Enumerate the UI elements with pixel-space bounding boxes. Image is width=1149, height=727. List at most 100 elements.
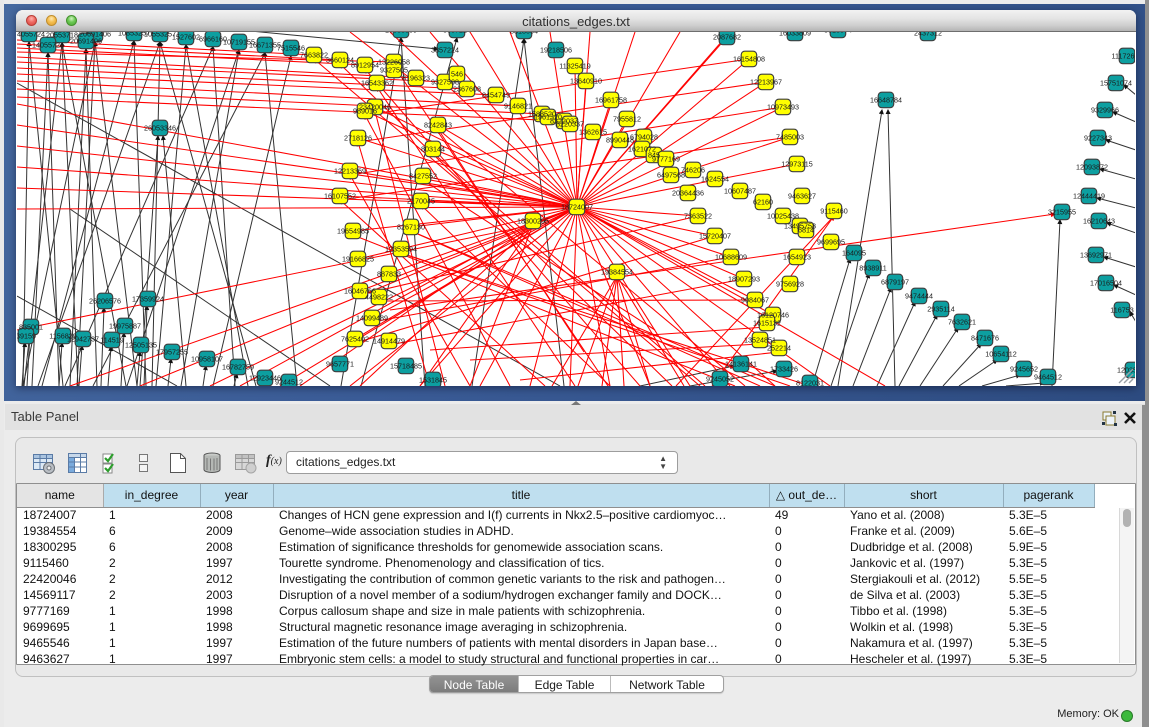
svg-text:1624554: 1624554: [701, 175, 729, 184]
svg-text:989016: 989016: [353, 107, 377, 116]
svg-text:17016504: 17016504: [1090, 279, 1122, 288]
svg-text:1362615: 1362615: [579, 128, 607, 137]
svg-text:15751074: 15751074: [1100, 79, 1132, 88]
svg-text:7625402: 7625402: [341, 335, 369, 344]
svg-text:1654923: 1654923: [783, 253, 811, 262]
svg-text:16107552: 16107552: [324, 192, 356, 201]
svg-text:9329966: 9329966: [1091, 106, 1119, 115]
svg-text:17957255: 17957255: [156, 348, 188, 357]
svg-text:8813054: 8813054: [510, 32, 538, 36]
svg-text:13640910: 13640910: [570, 77, 602, 86]
svg-text:9474444: 9474444: [905, 292, 933, 301]
svg-text:1615132: 1615132: [753, 319, 781, 328]
svg-text:12213369: 12213369: [334, 167, 366, 176]
svg-text:19975887: 19975887: [109, 322, 141, 331]
svg-text:15720407: 15720407: [699, 232, 731, 241]
svg-text:10973493: 10973493: [767, 103, 799, 112]
svg-text:16033809: 16033809: [779, 32, 811, 38]
svg-text:1961320: 1961320: [534, 113, 562, 122]
svg-text:9463627: 9463627: [788, 192, 816, 201]
svg-text:18724007: 18724007: [561, 203, 593, 212]
svg-text:1531845: 1531845: [419, 376, 447, 385]
svg-text:14055724: 14055724: [32, 41, 64, 50]
svg-text:9227343: 9227343: [1084, 134, 1112, 143]
svg-text:746206: 746206: [681, 166, 705, 175]
svg-text:17359924: 17359924: [132, 295, 164, 304]
svg-text:546: 546: [451, 70, 463, 79]
svg-text:2437312: 2437312: [914, 32, 942, 38]
svg-text:7363522: 7363522: [684, 212, 712, 221]
svg-text:8471676: 8471676: [971, 334, 999, 343]
svg-text:9115460: 9115460: [820, 207, 847, 216]
svg-text:7632621: 7632621: [948, 318, 976, 327]
svg-text:1733426: 1733426: [770, 365, 798, 374]
svg-text:18300295: 18300295: [517, 217, 549, 226]
svg-text:10025438: 10025438: [767, 212, 799, 221]
svg-text:12505135: 12505135: [125, 341, 157, 350]
svg-text:8454749: 8454749: [482, 91, 510, 100]
svg-text:19218506: 19218506: [540, 46, 572, 55]
svg-text:2087682: 2087682: [713, 33, 741, 42]
svg-text:19384554: 19384554: [601, 268, 633, 277]
svg-text:10958107: 10958107: [191, 355, 223, 364]
svg-text:16782759: 16782759: [222, 363, 254, 372]
svg-text:19654985: 19654985: [337, 227, 369, 236]
svg-text:835001: 835001: [19, 323, 43, 332]
svg-text:4498222: 4498222: [365, 293, 393, 302]
svg-text:19166825: 19166825: [342, 255, 374, 264]
svg-text:11325419: 11325419: [559, 62, 590, 71]
svg-text:7485003: 7485003: [776, 133, 804, 142]
svg-text:18907293: 18907293: [728, 275, 760, 284]
svg-text:8427552: 8427552: [409, 172, 437, 181]
svg-text:887833: 887833: [377, 270, 401, 279]
svg-text:14055724: 14055724: [17, 32, 45, 39]
svg-text:2718126: 2718126: [344, 134, 372, 143]
svg-text:3857224: 3857224: [431, 46, 459, 55]
svg-text:3660124: 3660124: [326, 56, 354, 65]
svg-text:7955812: 7955812: [613, 115, 641, 124]
svg-text:9699695: 9699695: [817, 238, 845, 247]
svg-text:8912954: 8912954: [351, 61, 379, 70]
svg-text:10607487: 10607487: [724, 187, 756, 196]
svg-text:252214: 252214: [767, 344, 791, 353]
svg-text:14099489: 14099489: [356, 314, 388, 323]
svg-text:14914479: 14914479: [373, 337, 405, 346]
svg-text:116753: 116753: [1110, 306, 1133, 315]
svg-text:12973115: 12973115: [781, 160, 812, 169]
svg-text:9245052: 9245052: [706, 375, 734, 384]
svg-text:8242843: 8242843: [424, 121, 452, 130]
svg-text:12093872: 12093872: [1076, 163, 1108, 172]
svg-text:164095: 164095: [842, 249, 866, 258]
svg-text:9777169: 9777169: [652, 155, 680, 164]
svg-text:12942737: 12942737: [67, 335, 99, 344]
svg-text:10654112: 10654112: [985, 350, 1016, 359]
svg-text:3857224: 3857224: [443, 32, 471, 35]
svg-text:114519: 114519: [100, 336, 123, 345]
svg-text:16961758: 16961758: [595, 96, 627, 105]
svg-text:26206576: 26206576: [89, 297, 121, 306]
svg-text:2935114: 2935114: [927, 305, 954, 314]
svg-text:9244512: 9244512: [275, 378, 303, 386]
svg-text:8813074: 8813074: [824, 32, 852, 35]
svg-text:62160: 62160: [753, 198, 773, 207]
svg-text:6814: 6814: [798, 226, 814, 235]
svg-text:16648784: 16648784: [870, 96, 902, 105]
svg-text:15718485: 15718485: [390, 362, 422, 371]
svg-text:10688609: 10688609: [715, 253, 747, 262]
svg-text:12444419: 12444419: [1073, 192, 1105, 201]
svg-text:8938911: 8938911: [859, 264, 886, 273]
svg-text:9756928: 9756928: [776, 280, 804, 289]
svg-text:39159: 39159: [17, 332, 36, 341]
svg-text:2367608: 2367608: [453, 85, 481, 94]
svg-text:7663822: 7663822: [300, 51, 328, 60]
svg-text:8196323: 8196323: [402, 74, 430, 83]
svg-text:16210643: 16210643: [1083, 217, 1115, 226]
svg-text:14136141: 14136141: [725, 360, 757, 369]
svg-text:12213967: 12213967: [750, 78, 782, 87]
svg-text:16033809: 16033809: [385, 32, 417, 35]
svg-text:9657771: 9657771: [326, 360, 354, 369]
svg-text:11172604: 11172604: [1112, 52, 1135, 61]
svg-text:803144: 803144: [421, 145, 445, 154]
svg-text:13692971: 13692971: [1080, 251, 1112, 260]
svg-text:9084067: 9084067: [741, 296, 769, 305]
